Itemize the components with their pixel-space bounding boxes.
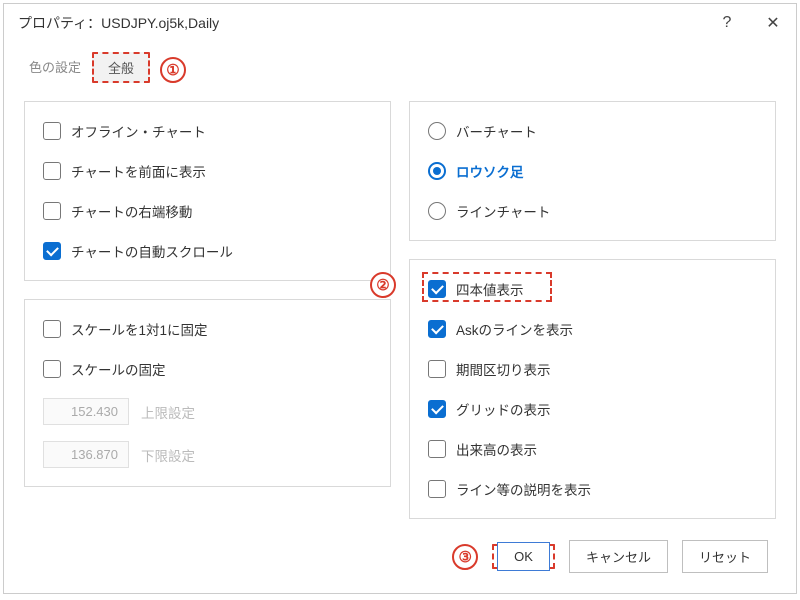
option-label: 出来高の表示 xyxy=(456,439,537,459)
option-label: ラインチャート xyxy=(456,201,550,221)
close-button[interactable]: ✕ xyxy=(750,4,796,42)
option-label: オフライン・チャート xyxy=(71,121,206,141)
scale-lower-label: 下限設定 xyxy=(141,445,195,465)
option-label: チャートの右端移動 xyxy=(71,201,192,221)
option-label: ロウソク足 xyxy=(456,161,524,181)
option-label: Askのラインを表示 xyxy=(456,319,573,339)
option-label: 四本値表示 xyxy=(456,279,524,299)
checkbox-icon xyxy=(43,360,61,378)
scale-lower-row: 136.870 下限設定 xyxy=(43,441,372,468)
line-chart-option[interactable]: ラインチャート xyxy=(428,200,757,222)
ohlc-option[interactable]: 四本値表示 xyxy=(428,278,757,300)
scale-upper-input[interactable]: 152.430 xyxy=(43,398,129,425)
checkbox-icon xyxy=(43,122,61,140)
cancel-button[interactable]: キャンセル xyxy=(569,540,668,573)
chart-behavior-panel: オフライン・チャート チャートを前面に表示 チャートの右端移動 チャートの自動ス… xyxy=(24,101,391,281)
checkbox-icon xyxy=(43,162,61,180)
ok-button[interactable]: OK xyxy=(497,542,550,571)
tab-bar: 色の設定 全般 ① xyxy=(4,42,796,83)
help-button[interactable]: ? xyxy=(704,4,750,42)
annotation-3-highlight: OK xyxy=(492,544,555,569)
ask-line-option[interactable]: Askのラインを表示 xyxy=(428,318,757,340)
scale-upper-label: 上限設定 xyxy=(141,402,195,422)
option-label: チャートを前面に表示 xyxy=(71,161,206,181)
scale-one-to-one-option[interactable]: スケールを1対1に固定 xyxy=(43,318,372,340)
annotation-2-icon: ② xyxy=(370,272,396,298)
scale-fixed-option[interactable]: スケールの固定 xyxy=(43,358,372,380)
scale-upper-row: 152.430 上限設定 xyxy=(43,398,372,425)
properties-dialog: プロパティ：USDJPY.oj5k,Daily ? ✕ 色の設定 全般 ① オフ… xyxy=(3,3,797,594)
dialog-footer: ③ OK キャンセル リセット xyxy=(4,524,796,593)
tab-label: 全般 xyxy=(108,61,134,76)
checkbox-icon xyxy=(428,440,446,458)
scale-panel: スケールを1対1に固定 スケールの固定 152.430 上限設定 136.870… xyxy=(24,299,391,487)
radio-icon xyxy=(428,122,446,140)
checkbox-icon xyxy=(43,320,61,338)
left-column: オフライン・チャート チャートを前面に表示 チャートの右端移動 チャートの自動ス… xyxy=(24,101,391,524)
chart-autoscroll-option[interactable]: チャートの自動スクロール xyxy=(43,240,372,262)
dialog-title: プロパティ：USDJPY.oj5k,Daily xyxy=(18,13,704,33)
option-label: スケールを1対1に固定 xyxy=(71,319,208,339)
checkbox-icon xyxy=(428,360,446,378)
scale-lower-input[interactable]: 136.870 xyxy=(43,441,129,468)
dialog-content: オフライン・チャート チャートを前面に表示 チャートの右端移動 チャートの自動ス… xyxy=(4,83,796,524)
option-label: ライン等の説明を表示 xyxy=(456,479,591,499)
annotation-1-icon: ① xyxy=(160,57,186,83)
offline-chart-option[interactable]: オフライン・チャート xyxy=(43,120,372,142)
option-label: スケールの固定 xyxy=(71,359,166,379)
checkbox-icon xyxy=(428,320,446,338)
checkbox-icon xyxy=(428,480,446,498)
chart-foreground-option[interactable]: チャートを前面に表示 xyxy=(43,160,372,182)
chart-shift-option[interactable]: チャートの右端移動 xyxy=(43,200,372,222)
checkbox-icon xyxy=(428,400,446,418)
chart-type-panel: バーチャート ロウソク足 ラインチャート xyxy=(409,101,776,241)
tab-general[interactable]: 全般 xyxy=(92,52,150,83)
option-label: 期間区切り表示 xyxy=(456,359,551,379)
option-label: バーチャート xyxy=(456,121,537,141)
titlebar: プロパティ：USDJPY.oj5k,Daily ? ✕ xyxy=(4,4,796,42)
checkbox-icon xyxy=(428,280,446,298)
candlestick-option[interactable]: ロウソク足 xyxy=(428,160,757,182)
display-options-panel: ② 四本値表示 Askのラインを表示 期間区切り表示 グリッドの表示 xyxy=(409,259,776,519)
option-label: グリッドの表示 xyxy=(456,399,551,419)
grid-option[interactable]: グリッドの表示 xyxy=(428,398,757,420)
annotation-3-icon: ③ xyxy=(452,544,478,570)
scale-bounds: 152.430 上限設定 136.870 下限設定 xyxy=(43,398,372,468)
radio-icon xyxy=(428,162,446,180)
reset-button[interactable]: リセット xyxy=(682,540,768,573)
tab-color-settings[interactable]: 色の設定 xyxy=(18,50,92,83)
descriptions-option[interactable]: ライン等の説明を表示 xyxy=(428,478,757,500)
bar-chart-option[interactable]: バーチャート xyxy=(428,120,757,142)
right-column: バーチャート ロウソク足 ラインチャート ② 四本値表示 xyxy=(409,101,776,524)
period-separator-option[interactable]: 期間区切り表示 xyxy=(428,358,757,380)
option-label: チャートの自動スクロール xyxy=(71,241,233,261)
radio-icon xyxy=(428,202,446,220)
volumes-option[interactable]: 出来高の表示 xyxy=(428,438,757,460)
checkbox-icon xyxy=(43,202,61,220)
checkbox-icon xyxy=(43,242,61,260)
